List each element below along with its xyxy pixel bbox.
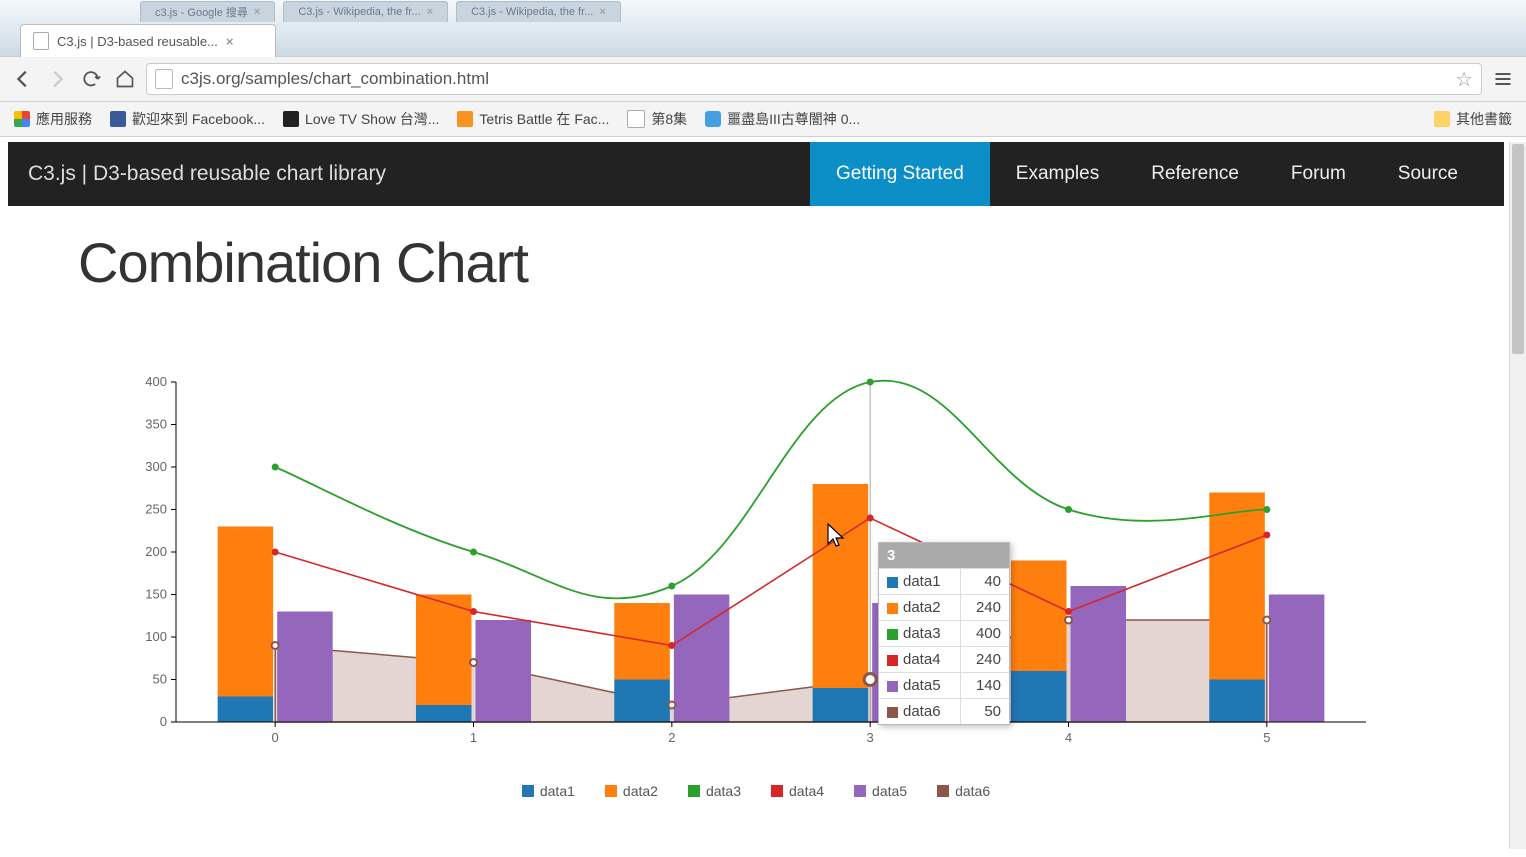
- browser-toolbar: c3js.org/samples/chart_combination.html …: [0, 56, 1526, 102]
- legend-item[interactable]: data5: [854, 783, 907, 799]
- nav-forum[interactable]: Forum: [1265, 142, 1372, 206]
- chart-tooltip: 3data140data2240data3400data4240data5140…: [878, 542, 1010, 725]
- svg-text:250: 250: [145, 502, 167, 517]
- svg-text:1: 1: [470, 730, 477, 745]
- legend-item[interactable]: data2: [605, 783, 658, 799]
- tetris-icon: [457, 111, 473, 127]
- svg-text:4: 4: [1065, 730, 1072, 745]
- close-icon[interactable]: ×: [254, 6, 260, 18]
- svg-text:0: 0: [272, 730, 279, 745]
- bookmarks-bar: 應用服務 歡迎來到 Facebook... Love TV Show 台灣...…: [0, 102, 1526, 137]
- home-button[interactable]: [112, 66, 138, 92]
- site-header: C3.js | D3-based reusable chart library …: [8, 142, 1504, 206]
- back-button[interactable]: [10, 66, 36, 92]
- address-bar[interactable]: c3js.org/samples/chart_combination.html …: [146, 63, 1482, 95]
- url-text: c3js.org/samples/chart_combination.html: [181, 69, 489, 89]
- close-icon[interactable]: ×: [226, 34, 234, 49]
- svg-text:350: 350: [145, 417, 167, 432]
- nav-getting-started[interactable]: Getting Started: [810, 142, 990, 206]
- legend-item[interactable]: data4: [771, 783, 824, 799]
- active-tab[interactable]: C3.js | D3-based reusable... ×: [20, 24, 276, 57]
- browser-tabstrip: c3.js - Google 搜尋× C3.js - Wikipedia, th…: [0, 0, 1526, 56]
- background-tab[interactable]: C3.js - Wikipedia, the fr...×: [283, 1, 448, 22]
- doc-icon: [627, 110, 645, 128]
- svg-text:200: 200: [145, 544, 167, 559]
- facebook-icon: [110, 111, 126, 127]
- svg-text:3: 3: [867, 730, 874, 745]
- background-tab[interactable]: c3.js - Google 搜尋×: [140, 1, 275, 22]
- other-bookmarks[interactable]: 其他書籤: [1434, 109, 1512, 129]
- svg-text:400: 400: [145, 374, 167, 389]
- close-icon[interactable]: ×: [427, 6, 433, 18]
- svg-text:100: 100: [145, 629, 167, 644]
- svg-text:0: 0: [160, 714, 167, 729]
- star-icon[interactable]: ☆: [1455, 67, 1473, 92]
- chart[interactable]: 050100150200250300350400012345 data1data…: [98, 372, 1414, 812]
- close-icon[interactable]: ×: [599, 6, 605, 18]
- nav-source[interactable]: Source: [1372, 142, 1484, 206]
- tv-icon: [283, 111, 299, 127]
- scrollbar-thumb[interactable]: [1512, 144, 1524, 354]
- bookmark-item[interactable]: Tetris Battle 在 Fac...: [457, 109, 609, 129]
- svg-text:300: 300: [145, 459, 167, 474]
- site-icon: [155, 69, 173, 89]
- chat-icon: [705, 111, 721, 127]
- svg-text:2: 2: [668, 730, 675, 745]
- menu-button[interactable]: [1490, 66, 1516, 92]
- nav-examples[interactable]: Examples: [990, 142, 1125, 206]
- svg-text:150: 150: [145, 587, 167, 602]
- bookmark-item[interactable]: 噩盡島III古尊闇神 0...: [705, 109, 860, 129]
- legend-item[interactable]: data1: [522, 783, 575, 799]
- site-nav: Getting Started Examples Reference Forum…: [810, 142, 1484, 206]
- legend-item[interactable]: data6: [937, 783, 990, 799]
- background-tabs: c3.js - Google 搜尋× C3.js - Wikipedia, th…: [140, 0, 621, 22]
- reload-button[interactable]: [78, 66, 104, 92]
- background-tab[interactable]: C3.js - Wikipedia, the fr...×: [456, 1, 621, 22]
- vertical-scrollbar[interactable]: [1509, 142, 1526, 849]
- nav-reference[interactable]: Reference: [1125, 142, 1265, 206]
- forward-button[interactable]: [44, 66, 70, 92]
- chart-legend: data1 data2 data3 data4 data5 data6: [98, 783, 1414, 799]
- folder-icon: [1434, 111, 1450, 127]
- page-content: C3.js | D3-based reusable chart library …: [8, 142, 1504, 849]
- bookmark-item[interactable]: 第8集: [627, 109, 687, 129]
- legend-item[interactable]: data3: [688, 783, 741, 799]
- chart-svg: 0 50 100 150 200 250 300 350 400 0 1 2 3 4 5: [98, 372, 1414, 772]
- tab-title: C3.js | D3-based reusable...: [57, 34, 218, 49]
- apps-icon: [14, 111, 30, 127]
- apps-button[interactable]: 應用服務: [14, 109, 92, 129]
- page-title: Combination Chart: [78, 230, 1504, 295]
- svg-text:50: 50: [153, 672, 167, 687]
- bookmark-item[interactable]: 歡迎來到 Facebook...: [110, 109, 265, 129]
- svg-text:5: 5: [1263, 730, 1270, 745]
- bookmark-item[interactable]: Love TV Show 台灣...: [283, 109, 439, 129]
- site-brand[interactable]: C3.js | D3-based reusable chart library: [28, 162, 810, 186]
- page-icon: [33, 32, 49, 50]
